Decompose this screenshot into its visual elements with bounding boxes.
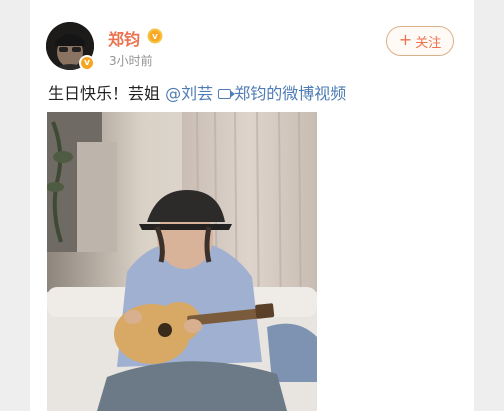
post-text-main: 生日快乐！芸姐 (48, 84, 161, 103)
follow-label: 关注 (415, 35, 442, 51)
username[interactable]: 郑钧 (108, 26, 140, 50)
video-link-label: 郑钧的微博视频 (234, 84, 347, 103)
post-timestamp[interactable]: 3小时前 (109, 52, 153, 69)
follow-button[interactable]: + 关注 (386, 26, 454, 56)
video-link[interactable]: 郑钧的微博视频 (218, 84, 346, 103)
svg-text:V: V (152, 33, 158, 41)
video-thumbnail[interactable] (47, 112, 317, 411)
weibo-post-card: v 郑钧 V 3小时前 + 关注 生日快乐！芸姐 @刘芸 郑钧的微博视频 (30, 0, 474, 411)
vip-badge-icon: V (147, 28, 163, 44)
post-text: 生日快乐！芸姐 @刘芸 郑钧的微博视频 (48, 80, 346, 104)
plus-icon: + (398, 30, 413, 49)
mention-link[interactable]: @刘芸 (165, 84, 213, 103)
verified-badge-icon: v (79, 55, 95, 71)
video-icon (218, 89, 236, 99)
